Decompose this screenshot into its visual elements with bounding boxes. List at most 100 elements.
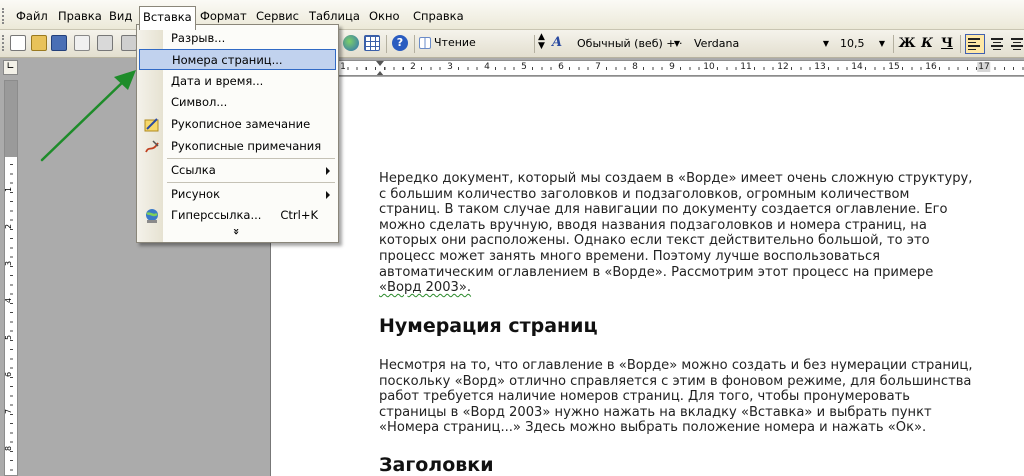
toolbar-separator [534, 35, 535, 53]
ruler-number: 9 [668, 62, 676, 72]
ruler-number: 6 [4, 371, 14, 378]
menu-table[interactable]: Таблица [306, 7, 363, 25]
menu-format[interactable]: Формат [197, 7, 250, 25]
menu-view[interactable]: Вид [106, 7, 135, 25]
menu-item-symbol[interactable]: Символ... [139, 92, 336, 113]
ruler-number: 8 [631, 62, 639, 72]
menu-insert[interactable]: Вставка [139, 6, 196, 30]
align-right-button[interactable] [1007, 34, 1024, 54]
menu-item-break[interactable]: Разрыв... [139, 28, 336, 49]
ruler-number: 4 [4, 297, 14, 304]
tab-stop-selector[interactable]: ∟ [3, 60, 18, 75]
text-line: поскольку «Ворд» отлично справляется с э… [379, 373, 972, 389]
align-center-button[interactable] [987, 34, 1007, 54]
ruler-number: 2 [4, 223, 14, 230]
print-icon[interactable] [97, 35, 113, 51]
menu-item-label: Ссылка [171, 163, 216, 177]
underline-button[interactable]: Ч [938, 35, 956, 53]
text-line: можно сделать вручную, вводя названия по… [379, 217, 927, 233]
horizontal-ruler[interactable]: 1 2 3 4 5 6 7 8 9 10 11 12 13 14 15 16 1… [338, 60, 1024, 76]
style-combo[interactable]: Обычный (веб) + · ▼ [573, 34, 683, 52]
menu-item-ink-comment[interactable]: Рукописные примечания [139, 136, 336, 157]
print-preview-icon[interactable] [121, 35, 137, 51]
italic-button[interactable]: К [918, 35, 936, 53]
reading-mode-button[interactable]: Чтение [434, 36, 476, 49]
menu-item-label: Разрыв... [171, 31, 226, 45]
text-line: с большим количество заголовков и подзаг… [379, 186, 910, 202]
style-combo-value: Обычный (веб) + · [577, 37, 683, 50]
paragraph-page-numbering[interactable]: Несмотря на то, что оглавление в «Ворде»… [379, 358, 979, 436]
ruler-number: 16 [924, 62, 938, 72]
menu-item-label: Рукописное замечание [171, 117, 311, 131]
ruler-number: 1 [339, 62, 347, 72]
hanging-indent-marker[interactable] [376, 71, 384, 75]
save-icon[interactable] [51, 35, 67, 51]
submenu-arrow-icon [326, 191, 330, 199]
text-line: «Номера страниц...» Здесь можно выбрать … [379, 420, 927, 436]
menu-help[interactable]: Справка [410, 7, 467, 25]
chevron-down-icon: ▼ [822, 39, 829, 48]
expand-menu-chevron-icon[interactable]: » [230, 228, 243, 235]
menu-item-date-time[interactable]: Дата и время... [139, 71, 336, 92]
menu-item-page-numbers[interactable]: Номера страниц... [139, 49, 336, 70]
text-line: работ требуется наличие номеров страниц.… [379, 389, 911, 405]
ruler-number: 3 [4, 260, 14, 267]
menu-tools[interactable]: Сервис [253, 7, 302, 25]
document-page[interactable]: Нередко документ, который мы создаем в «… [270, 77, 1024, 476]
align-left-button[interactable] [965, 34, 985, 54]
ruler-number: 5 [520, 62, 528, 72]
first-line-indent-marker[interactable] [376, 61, 384, 66]
menu-item-label: Рукописные примечания [171, 139, 322, 153]
menu-item-label: Номера страниц... [172, 53, 283, 67]
menu-item-ink-annotation[interactable]: Рукописное замечание [139, 114, 336, 135]
font-combo[interactable]: Verdana ▼ [690, 34, 832, 52]
toolbar-grip[interactable] [2, 35, 6, 51]
ruler-number: 15 [887, 62, 901, 72]
ruler-number: 11 [739, 62, 753, 72]
ruler-number: 7 [594, 62, 602, 72]
table-icon[interactable] [364, 35, 380, 51]
menu-bar: Файл Правка Вид Вставка Формат Сервис Та… [0, 0, 1024, 30]
ink-annotation-icon [144, 118, 159, 132]
ruler-number: 1 [4, 186, 14, 193]
ruler-number: 14 [850, 62, 864, 72]
permission-icon[interactable] [74, 35, 90, 51]
menu-separator [167, 182, 335, 183]
insert-menu-dropdown: Разрыв... Номера страниц... Дата и время… [136, 24, 339, 243]
text-line: автоматическим оглавлением в «Ворде». Ра… [379, 264, 934, 280]
menubar-grip[interactable] [2, 8, 6, 24]
text-line: страниц. В таком случае для навигации по… [379, 202, 948, 218]
paragraph-intro[interactable]: Нередко документ, который мы создаем в «… [379, 171, 979, 296]
ruler-number: 17 [977, 62, 991, 72]
toolbar-separator [893, 35, 894, 53]
toolbar-separator [386, 35, 387, 53]
insert-hyperlink-icon[interactable] [343, 35, 359, 51]
heading-headings[interactable]: Заголовки [379, 454, 494, 476]
text-line: страницы в «Ворд 2003» нужно нажать на в… [379, 404, 932, 420]
menu-edit[interactable]: Правка [55, 7, 105, 25]
menu-item-shortcut: Ctrl+K [280, 208, 318, 222]
styles-pane-icon[interactable]: A [552, 35, 562, 50]
toolbar-separator [960, 35, 961, 53]
ruler-number: 2 [409, 62, 417, 72]
toolbar-overflow-icon[interactable]: ▲ ▼ [538, 33, 545, 51]
text-line: процесс может занять много времени. Поэт… [379, 248, 881, 264]
menu-item-reference[interactable]: Ссылка [139, 160, 336, 181]
font-combo-value: Verdana [694, 37, 740, 50]
font-size-combo[interactable]: 10,5 ▼ [836, 34, 888, 52]
menu-item-hyperlink[interactable]: Гиперссылка... Ctrl+K [139, 205, 336, 226]
menu-item-picture[interactable]: Рисунок [139, 184, 336, 205]
open-folder-icon[interactable] [31, 35, 47, 51]
menu-window[interactable]: Окно [366, 7, 403, 25]
menu-separator [167, 158, 335, 159]
ruler-number: 5 [4, 334, 14, 341]
help-icon[interactable]: ? [392, 35, 408, 51]
ruler-number: 12 [776, 62, 790, 72]
menu-item-label: Дата и время... [171, 74, 264, 88]
vertical-ruler[interactable]: 1 2 3 4 5 6 7 8 [4, 80, 18, 476]
ink-comment-icon [145, 140, 159, 153]
menu-file[interactable]: Файл [13, 7, 51, 25]
heading-page-numbering[interactable]: Нумерация страниц [379, 315, 598, 337]
bold-button[interactable]: Ж [898, 35, 916, 53]
new-document-icon[interactable] [10, 35, 26, 51]
